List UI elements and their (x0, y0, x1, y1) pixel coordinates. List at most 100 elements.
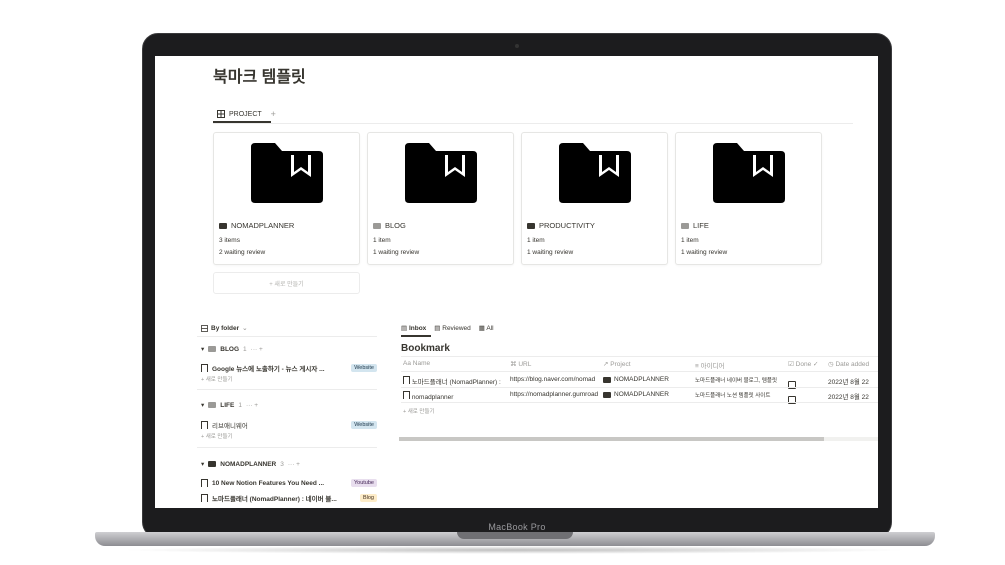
row-url[interactable]: https://blog.naver.com/nomad (510, 376, 600, 383)
new-item-button[interactable]: + 새로 만들기 (201, 432, 233, 440)
row-project[interactable]: NOMADPLANNER (603, 391, 693, 398)
laptop-notch (457, 532, 573, 539)
tab-project[interactable]: PROJECT + (217, 109, 276, 119)
new-item-button[interactable]: + 새로 만들기 (201, 375, 233, 383)
card-cover (214, 133, 359, 213)
divider (401, 402, 878, 403)
divider (213, 123, 853, 124)
row-project[interactable]: NOMADPLANNER (603, 376, 693, 383)
bookmark-icon (201, 479, 208, 487)
project-card[interactable]: LIFE 1 item 1 waiting review (675, 132, 822, 265)
list-item[interactable]: 10 New Notion Features You Need ... Yout… (201, 479, 377, 487)
column-url[interactable]: ⌘ URL (510, 360, 531, 368)
device-brand: MacBook Pro (488, 522, 546, 532)
column-name[interactable]: Aa Name (403, 360, 430, 367)
horizontal-scrollbar[interactable] (399, 437, 878, 441)
folder-icon (219, 222, 227, 229)
triangle-down-icon: ▾ (201, 346, 205, 353)
project-card[interactable]: NOMADPLANNER 3 items 2 waiting review (213, 132, 360, 265)
row-date: 2022년 8월 22 (828, 379, 869, 386)
column-project[interactable]: ↗ Project (603, 360, 631, 368)
divider (401, 356, 878, 357)
group-header[interactable]: ▾ BLOG 1 ··· + (201, 345, 263, 354)
tab-reviewed[interactable]: ▤ Reviewed (434, 324, 471, 332)
row-url[interactable]: https://nomadplanner.gumroad (510, 391, 600, 398)
folder-bookmark-icon (558, 143, 631, 203)
by-folder-title: By folder (211, 324, 240, 332)
new-card-button[interactable]: + 새로 만들기 (213, 272, 360, 294)
card-waiting: 1 waiting review (681, 249, 728, 256)
folder-icon (681, 222, 689, 229)
bookmark-icon (201, 421, 208, 429)
column-date[interactable]: ◷ Date added (828, 360, 878, 368)
row-name[interactable]: 노마드플래너 (NomadPlanner) : (403, 376, 507, 386)
triangle-down-icon: ▾ (201, 461, 205, 468)
card-item-count: 1 item (373, 237, 391, 244)
list-icon (201, 324, 208, 332)
card-waiting: 1 waiting review (373, 249, 420, 256)
tab-all[interactable]: ▦ All (479, 324, 494, 332)
row-idea[interactable]: 노마드플래너 네이버 블로그, 템플릿 (695, 376, 785, 384)
card-item-count: 1 item (681, 237, 699, 244)
group-name: LIFE (220, 401, 235, 409)
scrollbar-thumb[interactable] (399, 437, 824, 441)
folder-icon (208, 402, 217, 408)
tab-inbox[interactable]: ▤ Inbox (401, 324, 426, 332)
chevron-down-icon[interactable]: ⌄ (242, 324, 247, 332)
card-cover (676, 133, 821, 213)
card-waiting: 2 waiting review (219, 249, 266, 256)
laptop-base (95, 532, 935, 546)
row-name[interactable]: nomadplanner (403, 391, 507, 401)
camera (515, 44, 519, 48)
new-row-button[interactable]: + 새로 만들기 (403, 407, 435, 415)
divider (197, 447, 377, 448)
folder-icon (603, 376, 611, 383)
laptop-shadow (120, 546, 910, 554)
tag-badge: Website (351, 364, 377, 372)
card-item-count: 3 items (219, 237, 240, 244)
divider (197, 336, 377, 337)
card-waiting: 1 waiting review (527, 249, 574, 256)
project-card[interactable]: BLOG 1 item 1 waiting review (367, 132, 514, 265)
folder-bookmark-icon (404, 143, 477, 203)
folder-icon (208, 461, 217, 467)
group-header[interactable]: ▾ NOMADPLANNER 3 ··· + (201, 460, 300, 469)
database-title: Bookmark (401, 343, 450, 354)
triangle-down-icon: ▾ (201, 402, 205, 409)
project-card[interactable]: PRODUCTIVITY 1 item 1 waiting review (521, 132, 668, 265)
list-item[interactable]: 노마드플래너 (NomadPlanner) : 네이버 블... Blog (201, 493, 377, 503)
group-name: BLOG (220, 345, 240, 353)
group-count: 1 (243, 345, 247, 353)
more-icon[interactable]: ··· + (288, 461, 300, 468)
tab-project-label: PROJECT (229, 110, 262, 118)
more-icon[interactable]: ··· + (251, 346, 263, 353)
column-done[interactable]: ☑ Done ✓ (788, 360, 818, 368)
view-tabs: ▤ Inbox ▤ Reviewed ▦ All (401, 324, 494, 332)
tab-underline (401, 335, 431, 337)
bookmark-icon (403, 376, 410, 384)
divider (401, 371, 878, 372)
group-header[interactable]: ▾ LIFE 1 ··· + (201, 401, 258, 410)
by-folder-view[interactable]: By folder ⌄ (201, 324, 248, 332)
bookmark-icon (201, 494, 208, 502)
more-icon[interactable]: ··· + (246, 402, 258, 409)
divider (197, 389, 377, 390)
done-checkbox[interactable] (788, 391, 796, 409)
card-cover (522, 133, 667, 213)
row-idea[interactable]: 노마드플래너 노션 템플릿 사이트 (695, 391, 785, 399)
list-item[interactable]: 리브애니웨어 Website (201, 420, 377, 430)
page-title: 북마크 템플릿 (213, 69, 306, 86)
list-item[interactable]: Google 뉴스에 노출하기 - 뉴스 게시자 ... Website (201, 363, 377, 373)
gallery-icon (217, 110, 225, 118)
folder-icon (527, 222, 535, 229)
group-count: 1 (238, 401, 242, 409)
tag-badge: Website (351, 421, 377, 429)
card-cover (368, 133, 513, 213)
row-date: 2022년 8월 22 (828, 394, 869, 401)
column-idea[interactable]: ≡ 아이디어 (695, 360, 725, 370)
group-name: NOMADPLANNER (220, 460, 277, 468)
laptop-lid: 북마크 템플릿 PROJECT + NOMADPLANNER 3 items 2… (142, 33, 892, 538)
folder-icon (208, 346, 217, 352)
tag-badge: Blog (359, 494, 377, 502)
add-view-button[interactable]: + (271, 109, 276, 119)
